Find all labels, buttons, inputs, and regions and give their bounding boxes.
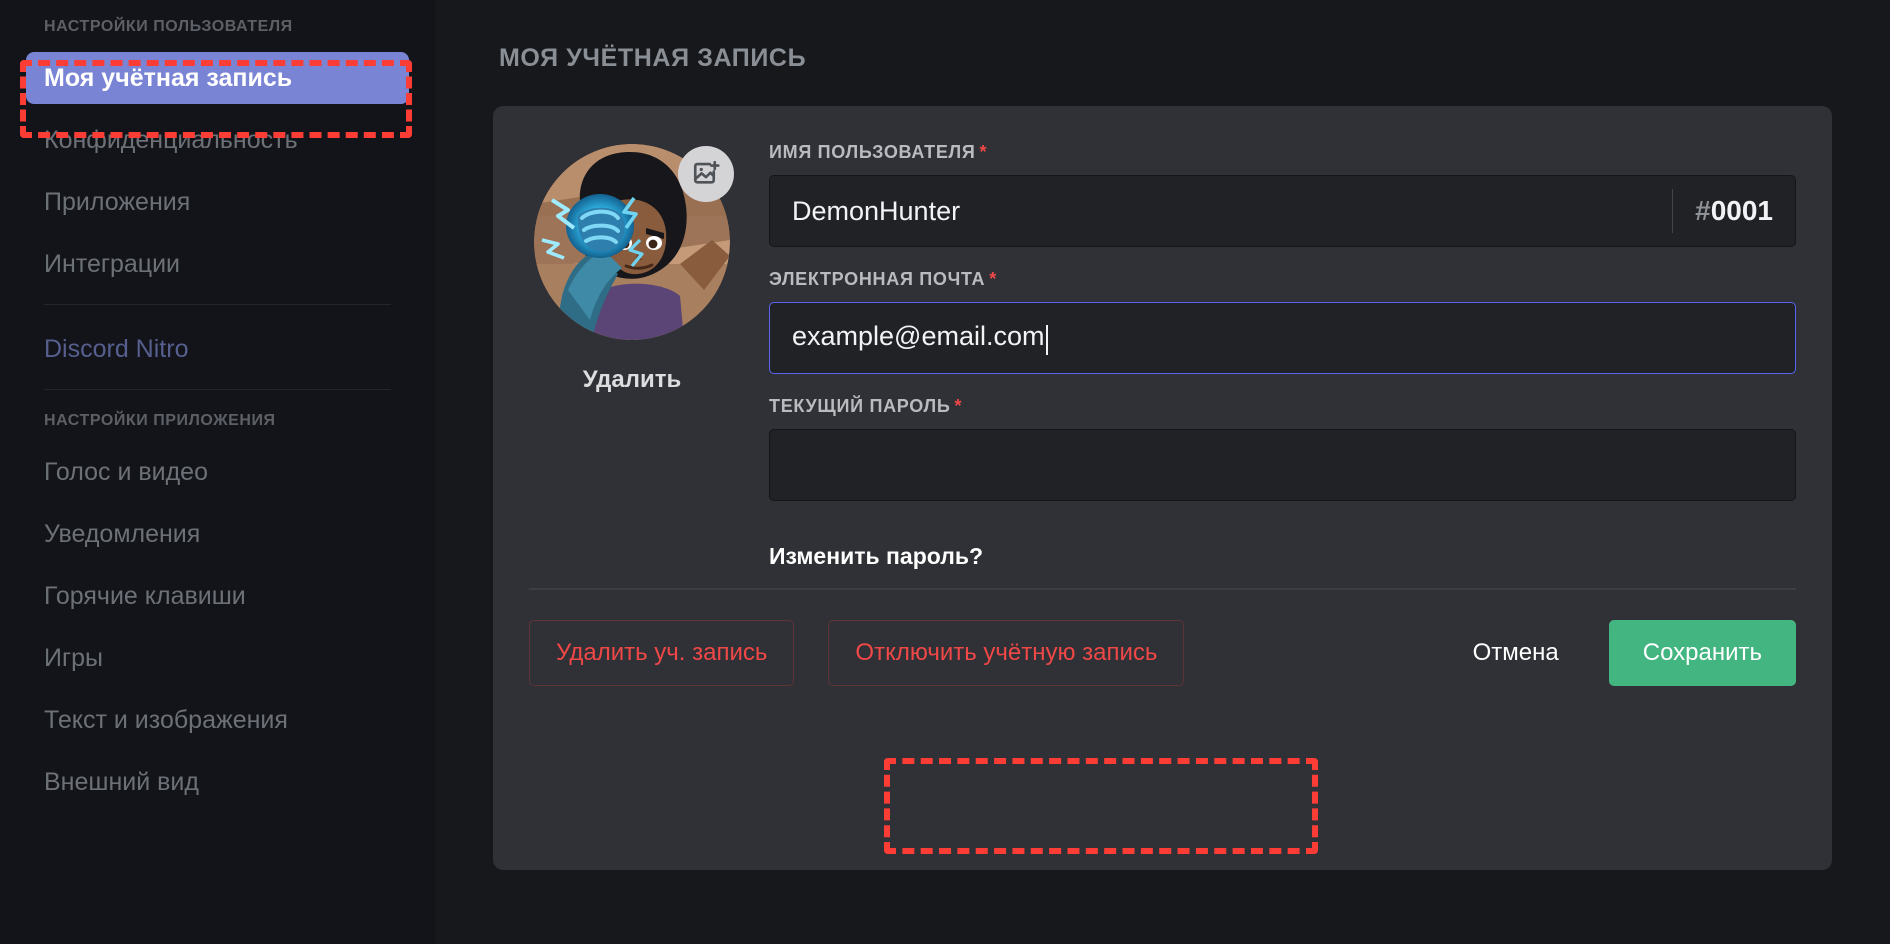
sidebar-item-label: Голос и видео xyxy=(44,457,208,486)
sidebar-item-label: Текст и изображения xyxy=(44,705,288,734)
sidebar-item-integrations[interactable]: Интеграции xyxy=(26,238,409,290)
sidebar-item-discord-nitro[interactable]: Discord Nitro xyxy=(26,323,409,375)
sidebar-item-label: Интеграции xyxy=(44,249,181,278)
discriminator-hash: # xyxy=(1695,195,1711,226)
add-image-icon[interactable] xyxy=(678,146,734,202)
sidebar-item-appearance[interactable]: Внешний вид xyxy=(26,756,409,808)
password-label-text: ТЕКУЩИЙ ПАРОЛЬ xyxy=(769,396,951,416)
sidebar-item-label: Внешний вид xyxy=(44,767,199,796)
sidebar-item-label: Конфиденциальность xyxy=(44,125,298,154)
account-card-top: Удалить ИМЯ ПОЛЬЗОВАТЕЛЯ * DemonHunter #0… xyxy=(529,140,1796,570)
disable-account-button[interactable]: Отключить учётную запись xyxy=(828,620,1185,686)
cancel-button[interactable]: Отмена xyxy=(1451,620,1581,686)
sidebar-divider-2 xyxy=(44,389,391,390)
remove-avatar-link[interactable]: Удалить xyxy=(583,366,682,394)
username-label: ИМЯ ПОЛЬЗОВАТЕЛЯ * xyxy=(769,142,1796,163)
account-card-footer: Удалить уч. запись Отключить учётную зап… xyxy=(529,620,1796,686)
required-marker: * xyxy=(979,142,988,162)
settings-sidebar: НАСТРОЙКИ ПОЛЬЗОВАТЕЛЯ Моя учётная запис… xyxy=(0,0,435,944)
discriminator: #0001 xyxy=(1672,189,1773,233)
username-value: DemonHunter xyxy=(792,195,961,226)
sidebar-item-label: Приложения xyxy=(44,187,191,216)
username-field-group: ИМЯ ПОЛЬЗОВАТЕЛЯ * DemonHunter #0001 xyxy=(769,142,1796,247)
settings-window: НАСТРОЙКИ ПОЛЬЗОВАТЕЛЯ Моя учётная запис… xyxy=(0,0,1890,944)
sidebar-item-label: Уведомления xyxy=(44,519,201,548)
card-divider xyxy=(529,588,1796,590)
sidebar-item-label: Горячие клавиши xyxy=(44,581,246,610)
email-label-text: ЭЛЕКТРОННАЯ ПОЧТА xyxy=(769,269,986,289)
delete-account-button[interactable]: Удалить уч. запись xyxy=(529,620,795,686)
sidebar-item-label: Игры xyxy=(44,643,103,672)
text-caret xyxy=(1045,325,1048,355)
sidebar-item-privacy[interactable]: Конфиденциальность xyxy=(26,114,409,166)
password-input[interactable] xyxy=(769,429,1796,501)
username-label-text: ИМЯ ПОЛЬЗОВАТЕЛЯ xyxy=(769,142,976,162)
sidebar-item-my-account[interactable]: Моя учётная запись xyxy=(26,52,409,104)
password-field-group: ТЕКУЩИЙ ПАРОЛЬ * xyxy=(769,396,1796,501)
sidebar-section-user-settings: НАСТРОЙКИ ПОЛЬЗОВАТЕЛЯ xyxy=(44,18,293,35)
sidebar-item-label: Discord Nitro xyxy=(44,334,189,363)
save-button[interactable]: Сохранить xyxy=(1608,620,1796,686)
settings-main-panel: МОЯ УЧЁТНАЯ ЗАПИСЬ Удалить ИМЯ ПОЛЬЗОВАТ… xyxy=(435,0,1890,944)
account-fields: ИМЯ ПОЛЬЗОВАТЕЛЯ * DemonHunter #0001 ЭЛЕК xyxy=(769,140,1796,570)
email-label: ЭЛЕКТРОННАЯ ПОЧТА * xyxy=(769,269,1796,290)
sidebar-divider-1 xyxy=(44,304,391,305)
change-password-link[interactable]: Изменить пароль? xyxy=(769,543,983,570)
password-label: ТЕКУЩИЙ ПАРОЛЬ * xyxy=(769,396,1796,417)
required-marker: * xyxy=(989,269,997,289)
email-input[interactable]: example@email.com xyxy=(769,302,1796,374)
email-value: example@email.com xyxy=(792,321,1773,355)
sidebar-section-app-settings: НАСТРОЙКИ ПРИЛОЖЕНИЯ xyxy=(44,412,276,429)
sidebar-item-applications[interactable]: Приложения xyxy=(26,176,409,228)
email-value-text: example@email.com xyxy=(792,321,1045,352)
sidebar-item-games[interactable]: Игры xyxy=(26,632,409,684)
sidebar-item-notifications[interactable]: Уведомления xyxy=(26,508,409,560)
page-title: МОЯ УЧЁТНАЯ ЗАПИСЬ xyxy=(499,44,807,72)
sidebar-item-keybinds[interactable]: Горячие клавиши xyxy=(26,570,409,622)
account-card: Удалить ИМЯ ПОЛЬЗОВАТЕЛЯ * DemonHunter #0… xyxy=(493,106,1832,870)
sidebar-item-label: Моя учётная запись xyxy=(44,63,293,92)
sidebar-item-text-images[interactable]: Текст и изображения xyxy=(26,694,409,746)
required-marker: * xyxy=(954,396,963,416)
avatar-wrap xyxy=(534,144,734,340)
avatar-block: Удалить xyxy=(529,140,735,394)
username-input[interactable]: DemonHunter #0001 xyxy=(769,175,1796,247)
sidebar-item-voice-video[interactable]: Голос и видео xyxy=(26,446,409,498)
discriminator-value: 0001 xyxy=(1710,195,1773,226)
email-field-group: ЭЛЕКТРОННАЯ ПОЧТА * example@email.com xyxy=(769,269,1796,374)
